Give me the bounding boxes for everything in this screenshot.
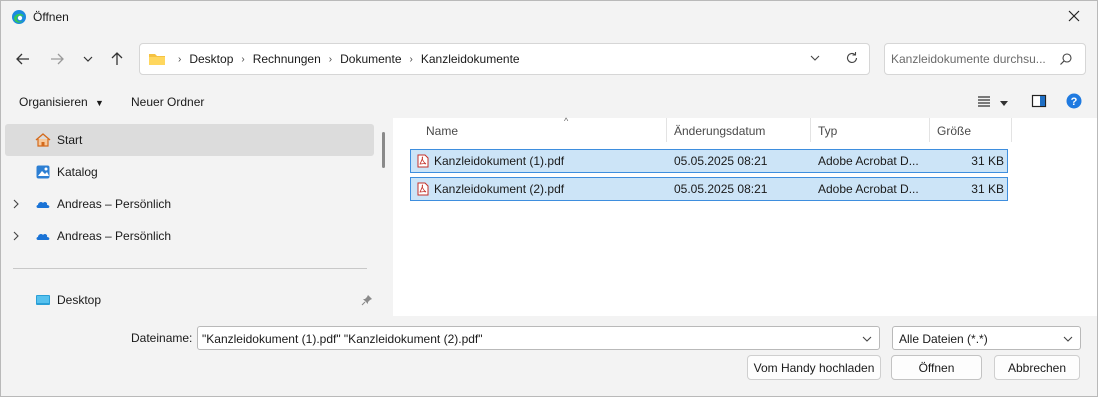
- file-list: Name ^ Änderungsdatum Typ Größe Kanzleid…: [393, 116, 1097, 316]
- file-size: 31 KB: [971, 154, 1004, 168]
- column-header-size[interactable]: Größe: [929, 118, 1012, 146]
- arrow-right-icon: [50, 52, 64, 69]
- filename-label: Dateiname:: [131, 331, 193, 345]
- edge-icon: [11, 9, 27, 25]
- sort-ascending-icon: ^: [564, 116, 569, 126]
- navigation-bar: › Desktop › Rechnungen › Dokumente › Kan…: [1, 33, 1097, 85]
- arrow-up-icon: [110, 51, 124, 69]
- preview-pane-icon: [1031, 94, 1047, 112]
- back-button[interactable]: [12, 49, 34, 71]
- sidebar-divider: [13, 268, 367, 269]
- sidebar-item-start[interactable]: Start: [5, 124, 374, 156]
- command-bar: Organisieren ▼ Neuer Ordner ?: [1, 87, 1097, 117]
- caret-down-icon[interactable]: [999, 97, 1017, 115]
- upload-from-phone-button[interactable]: Vom Handy hochladen: [747, 355, 881, 380]
- chevron-down-icon[interactable]: [861, 333, 873, 345]
- file-row[interactable]: Kanzleidokument (1).pdf 05.05.2025 08:21…: [410, 149, 1008, 173]
- chevron-right-icon: ›: [409, 53, 413, 65]
- filename-value: "Kanzleidokument (1).pdf" "Kanzleidokume…: [202, 332, 483, 346]
- close-icon: [1068, 10, 1080, 25]
- chevron-down-icon: [1062, 333, 1074, 345]
- file-type: Adobe Acrobat D...: [818, 154, 919, 168]
- home-icon: [35, 132, 51, 148]
- column-header-type[interactable]: Typ: [810, 118, 929, 146]
- chevron-right-icon[interactable]: [12, 230, 22, 242]
- gallery-icon: [35, 164, 51, 180]
- address-bar[interactable]: › Desktop › Rechnungen › Dokumente › Kan…: [139, 43, 870, 75]
- search-box[interactable]: Kanzleidokumente durchsu...: [884, 43, 1086, 75]
- onedrive-icon: [35, 228, 51, 244]
- sidebar-item-label: Katalog: [57, 165, 98, 179]
- new-folder-button[interactable]: Neuer Ordner: [131, 95, 204, 109]
- pdf-file-icon: [417, 182, 429, 196]
- sidebar-item-katalog[interactable]: Katalog: [5, 156, 374, 188]
- title-bar: Öffnen: [1, 1, 1097, 33]
- chevron-right-icon: ›: [241, 53, 245, 65]
- crumb-kanzleidokumente[interactable]: Kanzleidokumente: [421, 52, 520, 66]
- organize-label: Organisieren: [19, 95, 88, 109]
- crumb-desktop[interactable]: Desktop: [189, 52, 233, 66]
- window-title: Öffnen: [33, 10, 69, 24]
- crumb-dokumente[interactable]: Dokumente: [340, 52, 401, 66]
- forward-button[interactable]: [46, 49, 68, 71]
- organize-button[interactable]: Organisieren ▼: [19, 95, 104, 109]
- address-dropdown-icon[interactable]: [809, 52, 823, 66]
- filetype-value: Alle Dateien (*.*): [899, 332, 988, 346]
- refresh-icon[interactable]: [845, 51, 861, 67]
- crumb-rechnungen[interactable]: Rechnungen: [253, 52, 321, 66]
- sidebar-item-label: Desktop: [57, 293, 102, 307]
- sidebar-item-desktop[interactable]: Desktop: [5, 284, 374, 316]
- list-view-icon: [976, 96, 992, 112]
- pin-icon: [361, 294, 373, 306]
- cancel-button[interactable]: Abbrechen: [994, 355, 1080, 380]
- folder-icon: [148, 52, 166, 66]
- up-button[interactable]: [106, 49, 128, 71]
- column-divider[interactable]: [1011, 118, 1012, 142]
- arrow-left-icon: [16, 52, 30, 69]
- filename-field[interactable]: "Kanzleidokument (1).pdf" "Kanzleidokume…: [197, 326, 880, 350]
- file-size: 31 KB: [971, 182, 1004, 196]
- caret-down-icon: ▼: [95, 98, 104, 108]
- navigation-pane: Start Katalog Andreas – Persönlich Andre…: [1, 118, 393, 316]
- desktop-icon: [35, 292, 51, 308]
- open-dialog: Öffnen › Desktop › Rechnungen › Dokument…: [0, 0, 1098, 397]
- chevron-down-icon: [83, 53, 93, 67]
- file-name: Kanzleidokument (1).pdf: [434, 154, 565, 168]
- search-icon[interactable]: [1059, 52, 1073, 66]
- sidebar-item-onedrive-1[interactable]: Andreas – Persönlich: [5, 188, 374, 220]
- recent-locations-button[interactable]: [77, 49, 99, 71]
- help-icon: ?: [1066, 93, 1082, 112]
- search-placeholder: Kanzleidokumente durchsu...: [891, 52, 1046, 66]
- sidebar-scrollbar[interactable]: [382, 132, 385, 168]
- filetype-select[interactable]: Alle Dateien (*.*): [892, 326, 1081, 350]
- svg-text:?: ?: [1071, 96, 1078, 108]
- close-button[interactable]: [1051, 1, 1097, 33]
- sidebar-item-onedrive-2[interactable]: Andreas – Persönlich: [5, 220, 374, 252]
- file-date: 05.05.2025 08:21: [674, 182, 768, 196]
- dialog-footer: Dateiname: "Kanzleidokument (1).pdf" "Ka…: [1, 316, 1097, 396]
- help-button[interactable]: ?: [1066, 93, 1084, 111]
- preview-pane-button[interactable]: [1031, 93, 1049, 111]
- column-header-name[interactable]: Name ^: [418, 116, 666, 146]
- sidebar-item-label: Andreas – Persönlich: [57, 197, 172, 211]
- open-button[interactable]: Öffnen: [891, 355, 982, 380]
- file-date: 05.05.2025 08:21: [674, 154, 768, 168]
- onedrive-icon: [35, 196, 51, 212]
- file-type: Adobe Acrobat D...: [818, 182, 919, 196]
- sidebar-item-label: Andreas – Persönlich: [57, 229, 172, 243]
- file-name: Kanzleidokument (2).pdf: [434, 182, 565, 196]
- chevron-right-icon: ›: [328, 53, 333, 65]
- file-row[interactable]: Kanzleidokument (2).pdf 05.05.2025 08:21…: [410, 177, 1008, 201]
- pdf-file-icon: [417, 154, 429, 168]
- breadcrumb: › Desktop › Rechnungen › Dokumente › Kan…: [148, 44, 520, 74]
- chevron-right-icon[interactable]: [12, 198, 22, 210]
- column-header-date[interactable]: Änderungsdatum: [666, 118, 810, 146]
- chevron-right-icon: ›: [178, 53, 182, 65]
- column-label: Name: [426, 124, 459, 138]
- view-options-button[interactable]: [976, 93, 994, 111]
- sidebar-item-label: Start: [57, 133, 83, 147]
